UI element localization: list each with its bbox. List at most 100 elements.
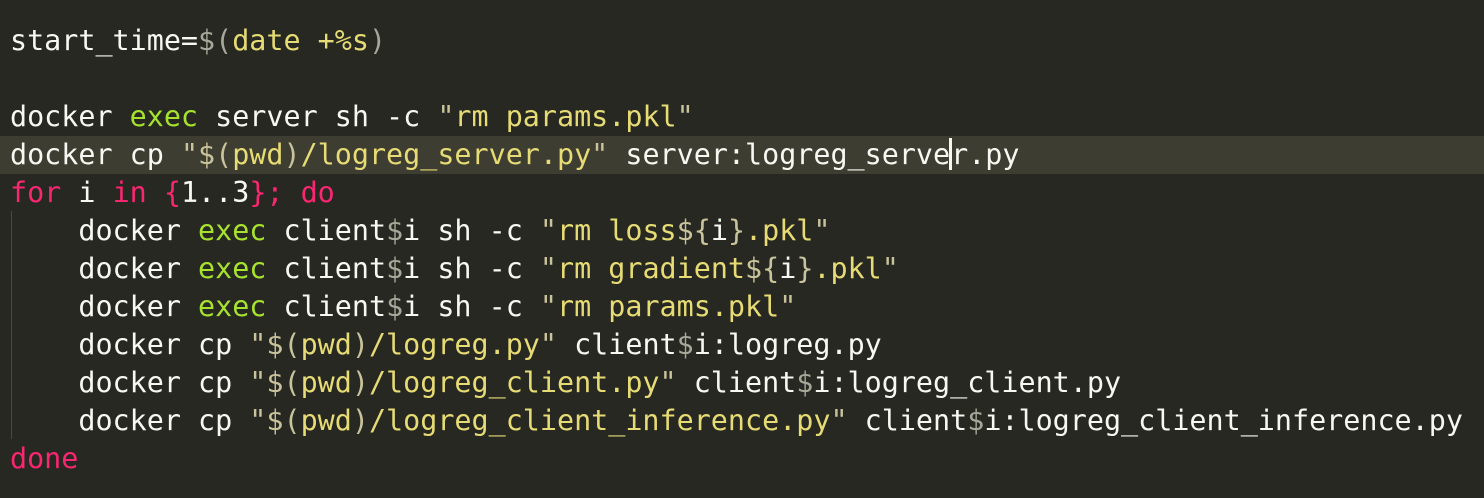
code-line[interactable]: docker cp "$(pwd)/logreg_server.py" serv… — [0, 136, 1484, 174]
code-token: docker cp — [10, 328, 250, 361]
code-token: server:logreg_serve — [608, 138, 951, 171]
code-token: " — [813, 214, 831, 247]
code-token: client — [847, 404, 968, 437]
code-token: "$( — [249, 366, 301, 399]
code-token: .pkl — [813, 252, 882, 285]
code-token: done — [10, 442, 79, 475]
code-token: ${ — [676, 214, 711, 247]
code-token: exec — [129, 100, 199, 133]
code-token: for — [10, 176, 62, 209]
code-line[interactable] — [0, 60, 1484, 98]
code-token: pwd — [300, 328, 352, 361]
code-token: in — [112, 176, 147, 209]
code-token: i sh -c — [403, 214, 540, 247]
code-token: $ — [796, 366, 814, 399]
code-token: " — [676, 100, 694, 133]
code-token: ) — [351, 404, 369, 437]
code-token: pwd — [232, 138, 284, 171]
code-token: /logreg.py — [368, 328, 540, 361]
code-token: rm gradient — [557, 252, 746, 285]
code-token: docker — [10, 100, 130, 133]
code-token: .pkl — [745, 214, 814, 247]
code-token: exec — [198, 252, 267, 285]
code-line[interactable]: docker cp "$(pwd)/logreg_client_inferenc… — [0, 402, 1484, 440]
code-token: ) — [351, 328, 369, 361]
code-token: $ — [386, 214, 404, 247]
code-token: $ — [386, 252, 404, 285]
code-token: ) — [351, 366, 369, 399]
code-editor[interactable]: start_time=$(date +%s) docker exec serve… — [0, 0, 1484, 498]
code-token: } — [796, 252, 814, 285]
code-token: /logreg_server.py — [300, 138, 592, 171]
code-token: docker cp — [10, 366, 250, 399]
code-token: /logreg_client_inference.py — [368, 404, 831, 437]
code-token: $ — [967, 404, 985, 437]
code-token: start_time= — [10, 24, 199, 57]
code-token: docker — [10, 252, 199, 285]
code-token: " — [591, 138, 609, 171]
code-token: " — [539, 290, 557, 323]
code-token: $( — [198, 24, 233, 57]
code-token: } — [249, 176, 267, 209]
code-line[interactable]: docker cp "$(pwd)/logreg_client.py" clie… — [0, 364, 1484, 402]
code-token: { — [163, 176, 181, 209]
code-token: do — [300, 176, 335, 209]
code-lines[interactable]: start_time=$(date +%s) docker exec serve… — [0, 22, 1484, 478]
code-token: client — [266, 214, 387, 247]
code-token: r.py — [951, 138, 1020, 171]
text-cursor — [949, 138, 953, 170]
code-token: "$( — [180, 138, 233, 171]
code-token: " — [881, 252, 899, 285]
code-token: i — [61, 176, 113, 209]
code-line[interactable]: for i in {1..3}; do — [0, 174, 1484, 212]
code-token: docker — [10, 290, 199, 323]
code-token: rm params.pkl — [557, 290, 780, 323]
code-line[interactable]: start_time=$(date +%s) — [0, 22, 1484, 60]
code-token: docker cp — [10, 404, 250, 437]
code-token: docker — [10, 214, 199, 247]
code-token: "$( — [249, 328, 301, 361]
code-token: ${ — [745, 252, 780, 285]
code-token: client — [266, 252, 387, 285]
code-line[interactable]: done — [0, 440, 1484, 478]
code-token: client — [266, 290, 387, 323]
code-token: i — [710, 214, 728, 247]
code-token: pwd — [300, 404, 352, 437]
code-line[interactable]: docker exec client$i sh -c "rm loss${i}.… — [0, 212, 1484, 250]
code-token: docker cp — [10, 138, 181, 171]
code-token: " — [539, 252, 557, 285]
code-token: $ — [386, 290, 404, 323]
code-token: ; — [266, 176, 301, 209]
code-token: " — [437, 100, 455, 133]
code-line[interactable]: docker cp "$(pwd)/logreg.py" client$i:lo… — [0, 326, 1484, 364]
code-token: i — [779, 252, 797, 285]
code-token: i:logreg.py — [693, 328, 882, 361]
code-token: i:logreg_client_inference.py — [984, 404, 1463, 437]
code-token: client — [676, 366, 797, 399]
code-token: "$( — [249, 404, 301, 437]
code-token: server sh -c — [198, 100, 438, 133]
code-token: } — [727, 214, 746, 247]
code-token: ) — [368, 24, 387, 57]
code-token: " — [539, 328, 557, 361]
code-token: client — [556, 328, 677, 361]
code-token: " — [539, 214, 557, 247]
code-line[interactable]: docker exec client$i sh -c "rm params.pk… — [0, 288, 1484, 326]
code-token: i:logreg_client.py — [813, 366, 1122, 399]
code-token: ) — [283, 138, 301, 171]
code-line[interactable]: docker exec client$i sh -c "rm gradient$… — [0, 250, 1484, 288]
code-token: $ — [676, 328, 694, 361]
code-token: " — [659, 366, 677, 399]
code-token: 1..3 — [180, 176, 250, 209]
code-token: " — [830, 404, 848, 437]
code-token: i sh -c — [403, 290, 540, 323]
code-token: pwd — [300, 366, 352, 399]
code-token: rm loss — [557, 214, 677, 247]
code-line[interactable]: docker exec server sh -c "rm params.pkl" — [0, 98, 1484, 136]
code-token: rm params.pkl — [454, 100, 677, 133]
code-token: " — [779, 290, 797, 323]
code-token: /logreg_client.py — [368, 366, 660, 399]
code-token: i sh -c — [403, 252, 540, 285]
code-token: exec — [198, 214, 267, 247]
